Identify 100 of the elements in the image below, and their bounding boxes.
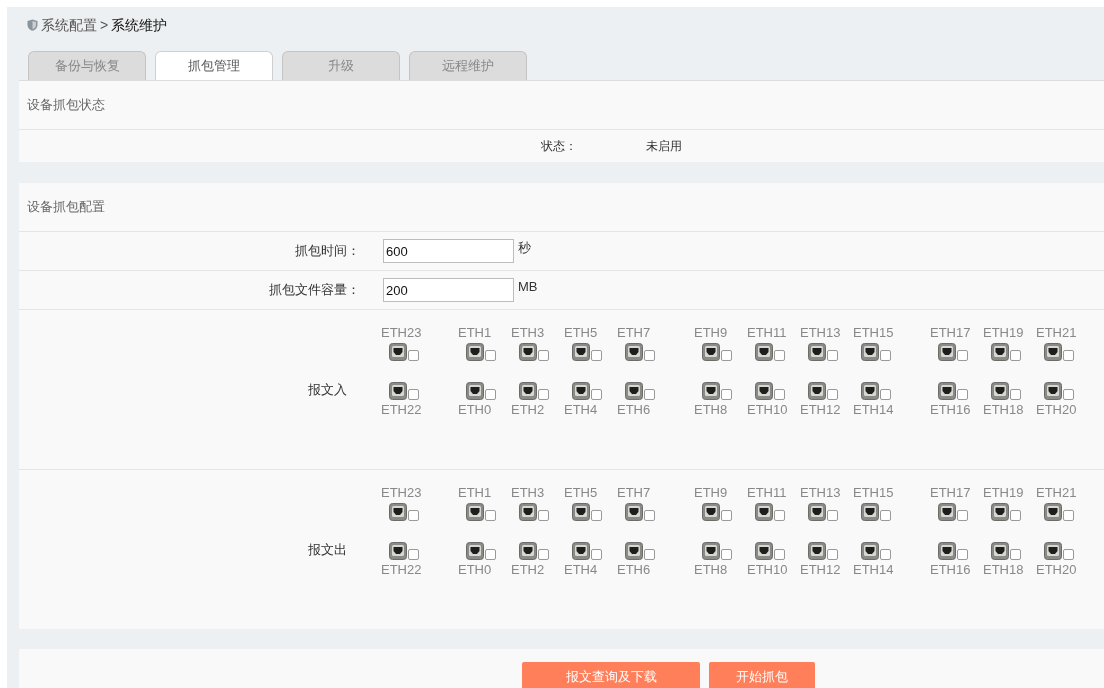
checkbox[interactable] xyxy=(957,389,968,400)
checkbox[interactable] xyxy=(538,510,549,521)
checkbox[interactable] xyxy=(538,549,549,560)
port-label: ETH23 xyxy=(381,325,422,341)
port-label: ETH20 xyxy=(1036,402,1077,418)
port-label: ETH0 xyxy=(458,562,492,578)
checkbox[interactable] xyxy=(591,350,602,361)
port-label: ETH18 xyxy=(983,402,1024,418)
port-label: ETH3 xyxy=(511,485,545,501)
checkbox[interactable] xyxy=(1063,350,1074,361)
field-label: 抓包文件容量： xyxy=(269,281,360,300)
checkbox[interactable] xyxy=(827,350,838,361)
field-label: 抓包时间： xyxy=(295,242,360,261)
checkbox[interactable] xyxy=(408,389,419,400)
ethernet-port-icon xyxy=(625,542,643,560)
ethernet-port-icon xyxy=(808,542,826,560)
checkbox[interactable] xyxy=(1010,549,1021,560)
checkbox[interactable] xyxy=(644,350,655,361)
ethernet-port-icon xyxy=(991,542,1009,560)
input-field[interactable]: 600 xyxy=(383,239,514,263)
action-button[interactable]: 报文查询及下载 xyxy=(522,662,700,688)
checkbox[interactable] xyxy=(957,350,968,361)
checkbox[interactable] xyxy=(880,350,891,361)
action-button[interactable]: 开始抓包 xyxy=(709,662,815,688)
checkbox[interactable] xyxy=(408,549,419,560)
port-label: ETH15 xyxy=(853,325,894,341)
unit-label: 秒 xyxy=(518,239,531,258)
breadcrumb-link[interactable]: 系统配置 xyxy=(41,14,97,36)
ethernet-port-icon xyxy=(466,542,484,560)
checkbox[interactable] xyxy=(485,510,496,521)
checkbox[interactable] xyxy=(1063,389,1074,400)
checkbox[interactable] xyxy=(644,389,655,400)
ethernet-port-icon xyxy=(991,382,1009,400)
ethernet-port-icon xyxy=(808,503,826,521)
checkbox[interactable] xyxy=(827,549,838,560)
checkbox[interactable] xyxy=(1063,549,1074,560)
ethernet-port-icon xyxy=(389,503,407,521)
ethernet-port-icon xyxy=(389,382,407,400)
checkbox[interactable] xyxy=(827,389,838,400)
ethernet-port-icon xyxy=(755,382,773,400)
checkbox[interactable] xyxy=(1010,350,1021,361)
tab[interactable]: 升级 xyxy=(282,51,400,80)
port-label: ETH19 xyxy=(983,325,1024,341)
port-label: ETH3 xyxy=(511,325,545,341)
checkbox[interactable] xyxy=(880,549,891,560)
checkbox[interactable] xyxy=(485,389,496,400)
checkbox[interactable] xyxy=(1063,510,1074,521)
checkbox[interactable] xyxy=(957,510,968,521)
checkbox[interactable] xyxy=(485,350,496,361)
checkbox[interactable] xyxy=(408,510,419,521)
checkbox[interactable] xyxy=(538,350,549,361)
checkbox[interactable] xyxy=(1010,389,1021,400)
ethernet-port-icon xyxy=(702,343,720,361)
checkbox[interactable] xyxy=(774,389,785,400)
port-label: ETH6 xyxy=(617,562,651,578)
port-label: ETH1 xyxy=(458,485,492,501)
ethernet-port-icon xyxy=(1044,343,1062,361)
port-label: ETH8 xyxy=(694,562,728,578)
ethernet-port-icon xyxy=(519,542,537,560)
breadcrumb-current: 系统维护 xyxy=(111,15,168,35)
checkbox[interactable] xyxy=(538,389,549,400)
checkbox[interactable] xyxy=(408,350,419,361)
ethernet-port-icon xyxy=(1044,382,1062,400)
section-title: 设备抓包配置 xyxy=(27,198,105,217)
ethernet-port-icon xyxy=(466,382,484,400)
checkbox[interactable] xyxy=(591,510,602,521)
checkbox[interactable] xyxy=(957,549,968,560)
checkbox[interactable] xyxy=(721,549,732,560)
ethernet-port-icon xyxy=(519,382,537,400)
port-label: ETH22 xyxy=(381,562,422,578)
port-label: ETH16 xyxy=(930,402,971,418)
checkbox[interactable] xyxy=(721,350,732,361)
tab[interactable]: 抓包管理 xyxy=(155,51,273,80)
checkbox[interactable] xyxy=(1010,510,1021,521)
checkbox[interactable] xyxy=(880,510,891,521)
checkbox[interactable] xyxy=(774,549,785,560)
tab[interactable]: 远程维护 xyxy=(409,51,527,80)
ethernet-port-icon xyxy=(755,503,773,521)
checkbox[interactable] xyxy=(774,510,785,521)
checkbox[interactable] xyxy=(827,510,838,521)
port-label: ETH1 xyxy=(458,325,492,341)
checkbox[interactable] xyxy=(721,389,732,400)
checkbox[interactable] xyxy=(591,389,602,400)
port-label: ETH11 xyxy=(747,325,787,341)
checkbox[interactable] xyxy=(644,549,655,560)
checkbox[interactable] xyxy=(774,350,785,361)
checkbox[interactable] xyxy=(591,549,602,560)
port-label: ETH12 xyxy=(800,402,841,418)
checkbox[interactable] xyxy=(644,510,655,521)
port-label: ETH20 xyxy=(1036,562,1077,578)
checkbox[interactable] xyxy=(721,510,732,521)
checkbox[interactable] xyxy=(880,389,891,400)
ethernet-port-icon xyxy=(625,343,643,361)
checkbox[interactable] xyxy=(485,549,496,560)
breadcrumb-separator: > xyxy=(100,15,109,35)
ethernet-port-icon xyxy=(861,542,879,560)
ethernet-port-icon xyxy=(991,503,1009,521)
tab[interactable]: 备份与恢复 xyxy=(28,51,146,80)
ethernet-port-icon xyxy=(625,503,643,521)
input-field[interactable]: 200 xyxy=(383,278,514,302)
